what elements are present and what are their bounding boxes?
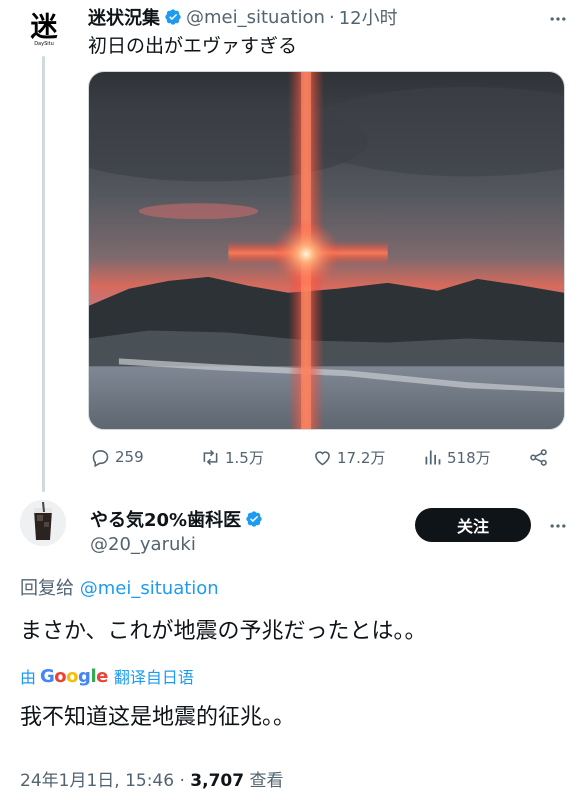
- view-label: 查看: [249, 771, 284, 791]
- author-handle[interactable]: @mei_situation: [186, 7, 325, 28]
- avatar-glyph: 迷: [30, 11, 58, 43]
- view-count: 3,707: [190, 771, 245, 791]
- iced-coffee-image: [20, 500, 66, 546]
- follow-button[interactable]: 关注: [415, 508, 531, 542]
- translation-attribution[interactable]: 由 Google 翻译自日语: [20, 664, 194, 688]
- share-icon: [530, 448, 547, 466]
- reply-text: まさか、これが地震の予兆だったとは。。: [20, 619, 427, 644]
- translate-suffix: 翻译自日语: [113, 668, 194, 687]
- like-count: 17.2万: [337, 448, 386, 467]
- author-name[interactable]: 迷状況集: [88, 4, 160, 30]
- more-icon[interactable]: [546, 514, 570, 538]
- tweet-time[interactable]: 12小时: [339, 4, 398, 30]
- translated-text: 我不知道这是地震的征兆。。: [20, 705, 296, 730]
- separator-dot: ·: [328, 6, 335, 28]
- meta-separator: ·: [179, 771, 185, 791]
- like-button[interactable]: 17.2万: [312, 447, 385, 468]
- photo-image: [89, 72, 564, 429]
- avatar[interactable]: 迷 DaySitu: [24, 10, 64, 50]
- tweet-actions: 259 1.5万 17.2万 518万: [88, 442, 558, 472]
- share-button[interactable]: [528, 447, 553, 468]
- reply-to-mention[interactable]: @mei_situation: [80, 578, 219, 599]
- reply-handle[interactable]: @20_yaruki: [90, 534, 196, 555]
- views-count: 518万: [447, 448, 491, 467]
- tweet-meta: 24年1月1日, 15:46 · 3,707 查看: [20, 766, 283, 791]
- reply-author-name[interactable]: やる気20%歯科医: [90, 506, 241, 532]
- reply-icon: [92, 449, 109, 467]
- google-logo: Google: [40, 665, 108, 687]
- reply-button[interactable]: 259: [90, 447, 144, 468]
- reply-to-prefix: 回复给: [20, 578, 74, 599]
- tweet-photo[interactable]: [88, 71, 565, 430]
- timestamp[interactable]: 24年1月1日, 15:46: [20, 771, 174, 791]
- verified-icon: [165, 9, 181, 25]
- avatar-subtext: DaySitu: [34, 40, 54, 47]
- views-button[interactable]: 518万: [422, 447, 491, 468]
- reply-author: やる気20%歯科医: [90, 506, 267, 532]
- thread-line: [42, 56, 45, 492]
- verified-icon: [246, 511, 262, 527]
- reply-count: 259: [115, 448, 144, 466]
- reply-to-line: 回复给 @mei_situation: [20, 574, 219, 600]
- like-icon: [315, 450, 330, 465]
- translate-prefix: 由: [20, 668, 37, 687]
- tweet-text: 初日の出がエヴァすぎる: [88, 35, 298, 57]
- retweet-count: 1.5万: [225, 448, 264, 467]
- views-icon: [425, 450, 441, 464]
- more-icon[interactable]: [546, 7, 570, 31]
- retweet-icon: [203, 449, 218, 465]
- tweet-header: 迷状況集 @mei_situation · 12小时: [88, 4, 398, 30]
- retweet-button[interactable]: 1.5万: [200, 447, 264, 468]
- reply-avatar[interactable]: [20, 500, 66, 546]
